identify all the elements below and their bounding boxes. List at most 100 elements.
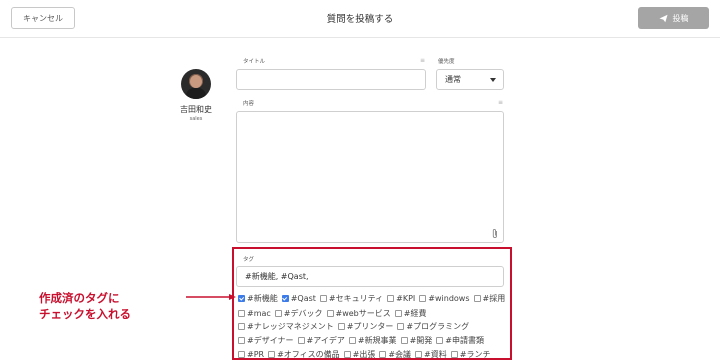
tag-input[interactable]: #新機能, #Qast, bbox=[236, 266, 504, 287]
tag-checkbox-label: #会議 bbox=[388, 350, 412, 359]
checkbox-unchecked[interactable] bbox=[337, 323, 345, 330]
avatar-face bbox=[190, 75, 202, 88]
tag-checkbox-item[interactable]: #出張 bbox=[343, 349, 376, 360]
tag-checkbox-label: #経費 bbox=[403, 309, 427, 318]
checkbox-unchecked[interactable] bbox=[379, 351, 387, 358]
checkbox-unchecked[interactable] bbox=[238, 351, 245, 358]
checkbox-unchecked[interactable] bbox=[297, 337, 305, 344]
tag-checkbox-item[interactable]: #PR bbox=[238, 350, 264, 359]
top-bar: キャンセル 質問を投稿する 投稿 bbox=[0, 0, 720, 38]
tag-checkbox-item[interactable]: #新規事業 bbox=[348, 335, 397, 346]
user-role: sales bbox=[189, 116, 203, 122]
tag-checkbox-label: #新規事業 bbox=[357, 336, 397, 345]
checkbox-unchecked[interactable] bbox=[450, 351, 458, 358]
post-button-label: 投稿 bbox=[672, 13, 689, 23]
annotation-line-1: 作成済のタグに bbox=[39, 291, 120, 305]
checkbox-unchecked[interactable] bbox=[319, 295, 327, 302]
checkbox-unchecked[interactable] bbox=[238, 337, 245, 344]
tag-checkbox-item[interactable]: #KPI bbox=[387, 294, 415, 303]
checkbox-checked[interactable] bbox=[238, 295, 245, 302]
checkbox-unchecked[interactable] bbox=[238, 310, 245, 317]
page-title: 質問を投稿する bbox=[326, 14, 394, 25]
tag-checkbox-label: #採用 bbox=[482, 294, 506, 303]
tag-checkbox-label: #オフィスの備品 bbox=[277, 350, 340, 359]
tag-checkbox-label: #開発 bbox=[409, 336, 433, 345]
tag-checkbox-item[interactable]: #アイデア bbox=[297, 335, 345, 346]
checkbox-unchecked[interactable] bbox=[387, 295, 395, 302]
checkbox-unchecked[interactable] bbox=[394, 310, 402, 317]
priority-value: 通常 bbox=[445, 75, 461, 84]
tag-checkbox-item[interactable]: #開発 bbox=[400, 335, 433, 346]
priority-label: 優先度 bbox=[438, 59, 455, 65]
tag-checkbox-label: #webサービス bbox=[335, 309, 391, 318]
tag-checkbox-label: #アイデア bbox=[306, 336, 345, 345]
title-required-mark: ≡ bbox=[420, 57, 426, 64]
tag-checkbox-item[interactable]: #申請書類 bbox=[436, 335, 484, 346]
tag-checkbox-item[interactable]: #セキュリティ bbox=[319, 293, 384, 304]
tag-checkbox-label: #デバック bbox=[283, 309, 323, 318]
tag-row: #mac #デバック #webサービス #経費 bbox=[238, 308, 430, 319]
post-button[interactable]: 投稿 bbox=[638, 7, 709, 29]
tag-row: #新機能 #Qast #セキュリティ #KPI #windows #採用 bbox=[238, 293, 509, 304]
checkbox-unchecked[interactable] bbox=[473, 295, 481, 302]
tag-checkbox-item[interactable]: #デザイナー bbox=[238, 335, 294, 346]
tag-checkbox-label: #PR bbox=[247, 350, 265, 359]
tag-checkbox-item[interactable]: #mac bbox=[238, 309, 271, 318]
paperclip-icon[interactable] bbox=[491, 228, 499, 239]
tag-checkbox-item[interactable]: #webサービス bbox=[326, 308, 391, 319]
tag-checkbox-item[interactable]: #会議 bbox=[379, 349, 411, 360]
tag-checkbox-item[interactable]: #ランチ bbox=[450, 349, 491, 360]
tag-row: #ナレッジマネジメント #プリンター #プログラミング bbox=[238, 321, 473, 332]
checkbox-unchecked[interactable] bbox=[326, 310, 334, 317]
checkbox-unchecked[interactable] bbox=[436, 337, 444, 344]
annotation-text: 作成済のタグに チェックを入れる bbox=[39, 290, 131, 322]
tag-checkbox-label: #ランチ bbox=[459, 350, 491, 359]
tag-checkbox-item[interactable]: #オフィスの備品 bbox=[268, 349, 340, 360]
caret-down-icon bbox=[490, 78, 496, 82]
tag-checkbox-label: #windows bbox=[428, 294, 470, 303]
tag-checkbox-item[interactable]: #新機能 bbox=[238, 293, 278, 304]
tag-checkbox-label: #新機能 bbox=[247, 294, 278, 303]
tag-row: #PR #オフィスの備品 #出張 #会議 #資料 #ランチ bbox=[238, 349, 494, 360]
tag-checkbox-label: #プログラミング bbox=[406, 322, 470, 331]
tag-checkbox-item[interactable]: #プリンター bbox=[337, 321, 394, 332]
tag-checkbox-item[interactable]: #資料 bbox=[415, 349, 447, 360]
paper-plane-icon bbox=[658, 14, 668, 22]
checkbox-unchecked[interactable] bbox=[274, 310, 282, 317]
tag-checkbox-label: #Qast bbox=[290, 294, 316, 303]
checkbox-unchecked[interactable] bbox=[397, 323, 405, 330]
tag-checkbox-label: #資料 bbox=[424, 350, 447, 359]
tag-checkbox-item[interactable]: #プログラミング bbox=[397, 321, 469, 332]
checkbox-unchecked[interactable] bbox=[268, 351, 276, 358]
tag-checkbox-item[interactable]: #経費 bbox=[394, 308, 427, 319]
content-textarea[interactable] bbox=[236, 111, 504, 243]
checkbox-unchecked[interactable] bbox=[348, 337, 356, 344]
tag-checkbox-item[interactable]: #Qast bbox=[281, 294, 316, 303]
title-input[interactable] bbox=[236, 69, 426, 90]
content-label: 内容 bbox=[243, 101, 255, 107]
tag-label: タグ bbox=[243, 257, 255, 263]
tag-row: #デザイナー #アイデア #新規事業 #開発 #申請書類 bbox=[238, 335, 488, 346]
checkbox-unchecked[interactable] bbox=[419, 295, 427, 302]
checkbox-unchecked[interactable] bbox=[400, 337, 408, 344]
user-name: 吉田和史 bbox=[180, 105, 212, 114]
tag-checkbox-item[interactable]: #ナレッジマネジメント bbox=[238, 321, 334, 332]
priority-select[interactable]: 通常 bbox=[436, 69, 504, 90]
tag-checkbox-label: #mac bbox=[247, 309, 271, 318]
tag-checkbox-item[interactable]: #デバック bbox=[274, 308, 323, 319]
title-label: タイトル bbox=[243, 59, 266, 65]
tag-checkbox-item[interactable]: #採用 bbox=[473, 293, 506, 304]
tag-checkbox-label: #ナレッジマネジメント bbox=[247, 322, 334, 331]
tag-checkbox-label: #セキュリティ bbox=[328, 294, 384, 303]
checkbox-unchecked[interactable] bbox=[415, 351, 423, 358]
checkbox-checked[interactable] bbox=[281, 295, 289, 302]
tag-checkbox-label: #出張 bbox=[352, 350, 376, 359]
checkbox-unchecked[interactable] bbox=[343, 351, 351, 358]
checkbox-unchecked[interactable] bbox=[238, 323, 245, 330]
annotation-line-2: チェックを入れる bbox=[39, 307, 131, 321]
tag-checkbox-label: #プリンター bbox=[346, 322, 394, 331]
content-required-mark: ≡ bbox=[498, 99, 504, 106]
avatar-body bbox=[186, 88, 206, 99]
tag-checkbox-item[interactable]: #windows bbox=[419, 294, 470, 303]
tag-checkbox-label: #KPI bbox=[396, 294, 416, 303]
